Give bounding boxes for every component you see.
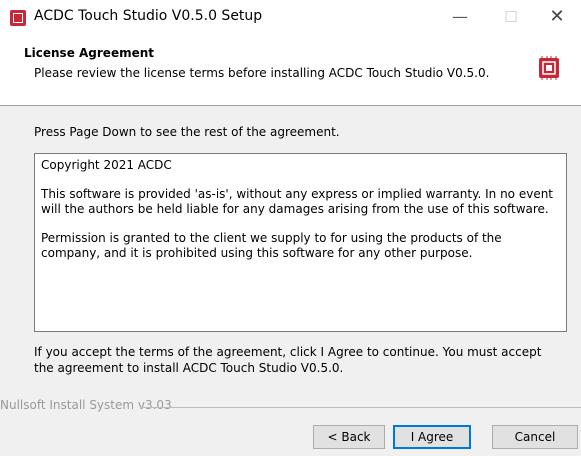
license-paragraph-permission: Permission is granted to the client we s… — [41, 231, 502, 260]
license-paragraph-warranty: This software is provided 'as-is', witho… — [41, 187, 554, 216]
window-title: ACDC Touch Studio V0.5.0 Setup — [34, 8, 263, 24]
back-button[interactable]: < Back — [313, 425, 385, 449]
app-icon — [10, 10, 26, 26]
license-paragraph-copyright: Copyright 2021 ACDC — [41, 158, 172, 172]
agree-button[interactable]: I Agree — [393, 425, 471, 449]
intro-text: Press Page Down to see the rest of the a… — [34, 125, 340, 139]
maximize-button[interactable]: ☐ — [488, 0, 534, 34]
cancel-button[interactable]: Cancel — [492, 425, 578, 449]
page-subtitle: Please review the license terms before i… — [34, 66, 490, 80]
chip-icon — [539, 56, 559, 80]
installer-brand: Nullsoft Install System v3.03 — [0, 398, 172, 412]
page-header: License Agreement Please review the lice… — [0, 34, 581, 106]
accept-instructions: If you accept the terms of the agreement… — [34, 345, 542, 375]
close-button[interactable]: ✕ — [534, 0, 580, 34]
footer-divider — [140, 407, 581, 408]
title-bar: ACDC Touch Studio V0.5.0 Setup — ☐ ✕ — [0, 0, 581, 34]
page-title: License Agreement — [24, 46, 155, 60]
minimize-button[interactable]: — — [437, 0, 483, 34]
license-text-box[interactable]: Copyright 2021 ACDC This software is pro… — [34, 153, 567, 332]
